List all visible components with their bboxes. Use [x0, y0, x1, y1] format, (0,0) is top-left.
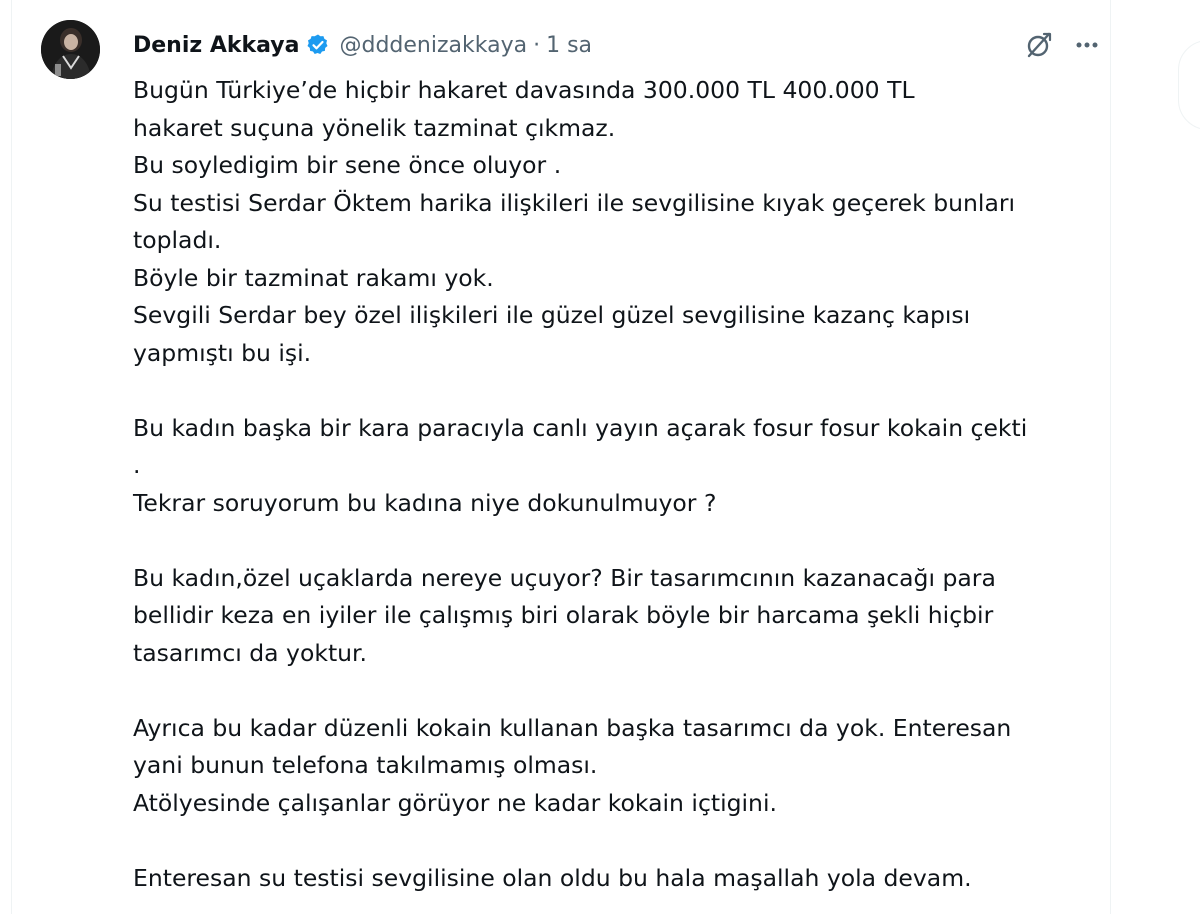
avatar[interactable] [41, 20, 100, 79]
display-name[interactable]: Deniz Akkaya [133, 33, 300, 58]
verified-badge-icon[interactable] [306, 33, 330, 57]
grok-icon[interactable] [1024, 30, 1054, 60]
tweet-header: Deniz Akkaya @dddenizakkaya · 1 sa [133, 29, 592, 61]
handle[interactable]: @dddenizakkaya [340, 33, 528, 58]
more-icon[interactable] [1072, 32, 1102, 58]
adjacent-panel-edge [1178, 40, 1200, 130]
profile-photo [41, 20, 100, 79]
separator: · [533, 32, 541, 58]
tweet-text: Bugün Türkiye’de hiçbir hakaret davasınd… [133, 76, 1028, 892]
timestamp[interactable]: 1 sa [546, 33, 592, 58]
